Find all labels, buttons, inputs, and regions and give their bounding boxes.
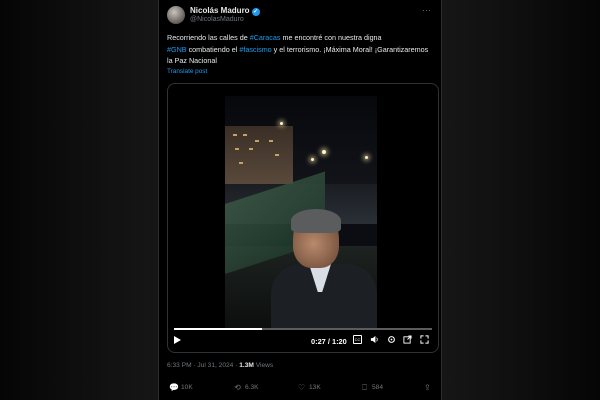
video-light — [311, 158, 314, 161]
author-name-label[interactable]: Nicolás Maduro — [190, 6, 250, 15]
like-count: 13K — [309, 384, 321, 391]
timestamp[interactable]: 6:33 PM · Jul 31, 2024 · — [167, 362, 239, 369]
text-seg: me encontré con nuestra digna — [280, 33, 382, 42]
reply-count: 10K — [181, 384, 193, 391]
share-button[interactable]: ⇪ — [423, 383, 435, 392]
repost-count: 6.3K — [245, 384, 259, 391]
play-icon[interactable] — [174, 336, 181, 344]
more-icon[interactable]: ··· — [422, 5, 431, 15]
translate-link[interactable]: Translate post — [167, 68, 207, 75]
video-time: 0:27 / 1:20 — [311, 337, 347, 346]
hashtag-caracas[interactable]: #Caracas — [250, 33, 281, 42]
action-bar: 💬 10K ⟲ 6.3K ♡ 13K ⎕ 584 ⇪ — [159, 382, 443, 396]
progress-fill — [174, 328, 262, 330]
like-button[interactable]: ♡ 13K — [297, 383, 321, 392]
reply-button[interactable]: 💬 10K — [169, 383, 193, 392]
video-light — [365, 156, 368, 159]
volume-icon[interactable] — [370, 335, 379, 344]
progress-bar[interactable] — [174, 328, 432, 330]
repost-icon: ⟲ — [234, 383, 241, 392]
share-icon: ⇪ — [424, 383, 431, 392]
bookmark-button[interactable]: ⎕ 584 — [360, 383, 383, 393]
settings-icon[interactable] — [387, 335, 396, 344]
text-seg: Recorriendo las calles de — [167, 33, 250, 42]
video-controls: 0:27 / 1:20 CC — [168, 324, 438, 352]
video-frame[interactable] — [225, 96, 377, 329]
like-icon: ♡ — [297, 383, 306, 392]
video-person-hair — [291, 209, 341, 233]
repost-button[interactable]: ⟲ 6.3K — [233, 383, 259, 392]
video-player[interactable]: 0:27 / 1:20 CC — [167, 83, 439, 353]
popout-icon[interactable] — [403, 335, 412, 344]
tweet-text: Recorriendo las calles de #Caracas me en… — [167, 32, 435, 67]
bookmark-count: 584 — [372, 384, 384, 391]
tweet-meta: 6:33 PM · Jul 31, 2024 · 1.3M Views — [167, 362, 273, 369]
hashtag-fascismo[interactable]: #fascismo — [239, 45, 271, 54]
hashtag-gnb[interactable]: #GNB — [167, 45, 187, 54]
author-name[interactable]: Nicolás Maduro ✓ — [190, 6, 260, 16]
avatar[interactable] — [167, 6, 185, 24]
video-light — [280, 122, 283, 125]
views-label: Views — [253, 362, 274, 369]
background-left — [0, 0, 158, 400]
video-light — [322, 150, 326, 154]
video-building — [225, 126, 293, 186]
author-handle[interactable]: @NicolasMaduro — [190, 16, 244, 23]
fullscreen-icon[interactable] — [420, 335, 429, 344]
text-seg: combatiendo el — [186, 44, 240, 54]
bookmark-icon: ⎕ — [362, 383, 367, 392]
verified-icon: ✓ — [251, 8, 260, 16]
captions-icon[interactable]: CC — [353, 335, 362, 344]
reply-icon: 💬 — [169, 383, 179, 392]
background-right — [442, 0, 600, 400]
view-count: 1.3M — [239, 362, 254, 369]
tweet-card: Nicolás Maduro ✓ @NicolasMaduro ··· Recor… — [158, 0, 442, 400]
